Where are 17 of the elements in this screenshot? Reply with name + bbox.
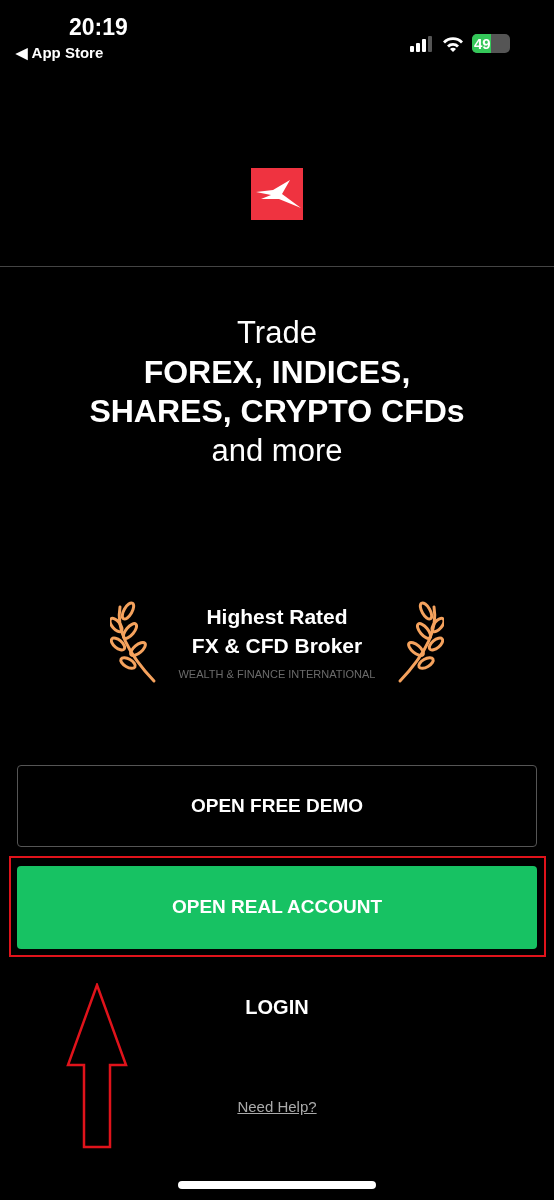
- signal-icon: [410, 35, 434, 52]
- battery-indicator: 49: [472, 34, 510, 53]
- arrow-icon: [66, 983, 128, 1149]
- help-link[interactable]: Need Help?: [237, 1096, 317, 1119]
- logo-icon: [251, 168, 303, 220]
- demo-button[interactable]: OPEN FREE DEMO: [17, 765, 537, 847]
- status-time: 20:19: [68, 16, 128, 39]
- login-button[interactable]: LOGIN: [245, 992, 309, 1022]
- back-to-app-link[interactable]: ◀ App Store: [16, 45, 128, 60]
- headline-text: FOREX, INDICES,: [143, 353, 411, 392]
- award-title: FX & CFD Broker: [191, 632, 363, 659]
- award-title: Highest Rated: [206, 603, 348, 630]
- award-source: WEALTH & FINANCE INTERNATIONAL: [178, 666, 376, 682]
- tagline-text: Trade: [237, 314, 317, 352]
- headline-text: SHARES, CRYPTO CFDs: [89, 392, 465, 431]
- tagline-text: and more: [211, 432, 343, 470]
- wifi-icon: [442, 35, 464, 52]
